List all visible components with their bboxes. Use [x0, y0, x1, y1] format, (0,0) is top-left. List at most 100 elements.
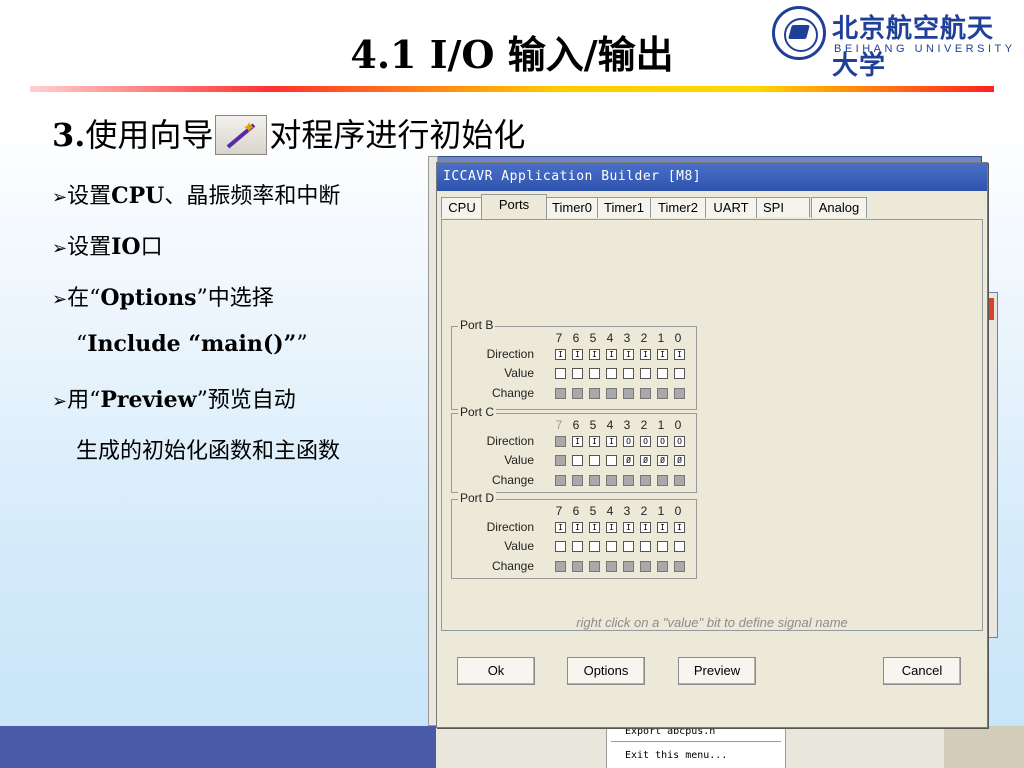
- value-bit-checkbox[interactable]: [657, 368, 668, 379]
- direction-bit-checkbox[interactable]: I: [657, 349, 668, 360]
- value-bit-checkbox[interactable]: [555, 541, 566, 552]
- value-bit-checkbox[interactable]: [572, 541, 583, 552]
- direction-bit-checkbox[interactable]: I: [640, 522, 651, 533]
- value-bit-checkbox[interactable]: [640, 541, 651, 552]
- change-bit-checkbox: [623, 388, 634, 399]
- university-logo: 北京航空航天大学 BEIHANG UNIVERSITY: [772, 6, 1016, 81]
- value-bit-checkbox[interactable]: [623, 541, 634, 552]
- direction-bit-checkbox[interactable]: O: [674, 436, 685, 447]
- direction-bit-checkbox[interactable]: I: [572, 436, 583, 447]
- direction-bit-checkbox[interactable]: I: [555, 349, 566, 360]
- bullet-text: 生成的初始化函数和主函数: [76, 439, 341, 464]
- value-bit-checkbox[interactable]: [572, 455, 583, 466]
- tab-timer2[interactable]: Timer2: [650, 197, 706, 218]
- direction-bit-checkbox[interactable]: I: [623, 522, 634, 533]
- direction-bit-checkbox[interactable]: I: [589, 349, 600, 360]
- tab-analog[interactable]: Analog: [811, 197, 867, 218]
- tab-spi[interactable]: SPI: [756, 197, 810, 217]
- bit-number: 4: [606, 331, 614, 345]
- bullet-text: 口: [140, 235, 163, 260]
- direction-bit-checkbox[interactable]: I: [589, 522, 600, 533]
- value-bit-checkbox[interactable]: Ø: [674, 455, 685, 466]
- bullet-arrow-icon: ➢: [52, 238, 68, 259]
- change-bit-checkbox: [674, 475, 685, 486]
- bullet-text: ”: [296, 332, 308, 357]
- direction-bit-checkbox[interactable]: I: [674, 349, 685, 360]
- direction-bit-checkbox[interactable]: I: [623, 349, 634, 360]
- bit-number: 6: [572, 418, 580, 432]
- direction-bit-checkbox[interactable]: I: [606, 349, 617, 360]
- change-bit-checkbox: [674, 388, 685, 399]
- tab-cpu[interactable]: CPU: [441, 197, 483, 218]
- university-seal-icon: [772, 6, 826, 60]
- value-bit-checkbox[interactable]: Ø: [623, 455, 634, 466]
- direction-bit-checkbox[interactable]: I: [640, 349, 651, 360]
- dialog-title-bar[interactable]: ICCAVR Application Builder [M8]: [437, 163, 987, 191]
- value-bit-checkbox[interactable]: [572, 368, 583, 379]
- direction-bit-checkbox[interactable]: I: [606, 436, 617, 447]
- tab-timer1[interactable]: Timer1: [597, 197, 651, 218]
- direction-bit-checkbox[interactable]: I: [674, 522, 685, 533]
- tab-uart[interactable]: UART: [705, 197, 757, 218]
- tab-ports[interactable]: Ports: [481, 194, 547, 219]
- port-group-label: Port B: [458, 318, 496, 332]
- value-bit-checkbox[interactable]: [674, 368, 685, 379]
- change-bit-checkbox: [606, 475, 617, 486]
- value-bit-checkbox[interactable]: [606, 368, 617, 379]
- value-bit-checkbox[interactable]: Ø: [640, 455, 651, 466]
- bit-number: 1: [657, 418, 665, 432]
- port-group: Port B 7 6 5 4 3 2 1 0 Direction I I I I I I I I Value Chan…: [451, 318, 697, 410]
- direction-bit-checkbox[interactable]: O: [623, 436, 634, 447]
- value-bit-checkbox[interactable]: [589, 541, 600, 552]
- direction-bit-checkbox[interactable]: I: [657, 522, 668, 533]
- value-bit-checkbox[interactable]: [674, 541, 685, 552]
- bit-number: 4: [606, 418, 614, 432]
- bit-number: 6: [572, 331, 580, 345]
- value-bit-checkbox[interactable]: [657, 541, 668, 552]
- change-bit-checkbox: [623, 475, 634, 486]
- preview-button[interactable]: Preview: [678, 657, 756, 685]
- value-bit-checkbox[interactable]: [589, 368, 600, 379]
- bullet-bold-text: CPU: [111, 183, 165, 209]
- value-bit-checkbox[interactable]: [606, 541, 617, 552]
- value-bit-checkbox[interactable]: [555, 368, 566, 379]
- direction-bit-checkbox[interactable]: O: [657, 436, 668, 447]
- value-bit-checkbox[interactable]: [589, 455, 600, 466]
- bit-number: 5: [589, 504, 597, 518]
- change-bit-checkbox: [555, 388, 566, 399]
- change-bit-checkbox: [572, 561, 583, 572]
- bullet-arrow-icon: ➢: [52, 391, 68, 412]
- bit-number: 0: [674, 418, 682, 432]
- row-label-value: Value: [504, 453, 534, 467]
- subtitle-text-post: 对程序进行初始化: [269, 116, 526, 154]
- change-bit-checkbox: [657, 388, 668, 399]
- ok-button[interactable]: Ok: [457, 657, 535, 685]
- bit-number: 2: [640, 418, 648, 432]
- direction-bit-checkbox[interactable]: I: [572, 349, 583, 360]
- value-bit-checkbox[interactable]: Ø: [657, 455, 668, 466]
- port-group-label: Port D: [458, 491, 497, 505]
- bullet-item: ➢设置IO口: [52, 229, 163, 261]
- value-bit-checkbox[interactable]: [640, 368, 651, 379]
- direction-bit-checkbox[interactable]: I: [589, 436, 600, 447]
- background-window-close-icon: [988, 298, 994, 320]
- slide-subtitle: 3.使用向导 ✦ 对程序进行初始化: [52, 110, 525, 161]
- row-label-change: Change: [491, 386, 534, 400]
- value-bit-checkbox[interactable]: [606, 455, 617, 466]
- direction-bit-checkbox[interactable]: I: [572, 522, 583, 533]
- row-label-value: Value: [504, 366, 534, 380]
- value-bit-checkbox[interactable]: [623, 368, 634, 379]
- menu-item-exit[interactable]: Exit this menu...: [625, 750, 727, 761]
- direction-bit-checkbox[interactable]: I: [606, 522, 617, 533]
- bit-number: 0: [674, 504, 682, 518]
- bit-number: 2: [640, 504, 648, 518]
- change-bit-checkbox: [589, 475, 600, 486]
- tab-timer0[interactable]: Timer0: [546, 197, 598, 218]
- cancel-button[interactable]: Cancel: [883, 657, 961, 685]
- bit-number: 0: [674, 331, 682, 345]
- direction-bit-checkbox[interactable]: I: [555, 522, 566, 533]
- options-button[interactable]: Options: [567, 657, 645, 685]
- direction-bit-checkbox[interactable]: O: [640, 436, 651, 447]
- value-bit-checkbox: [555, 455, 566, 466]
- bit-number: 5: [589, 331, 597, 345]
